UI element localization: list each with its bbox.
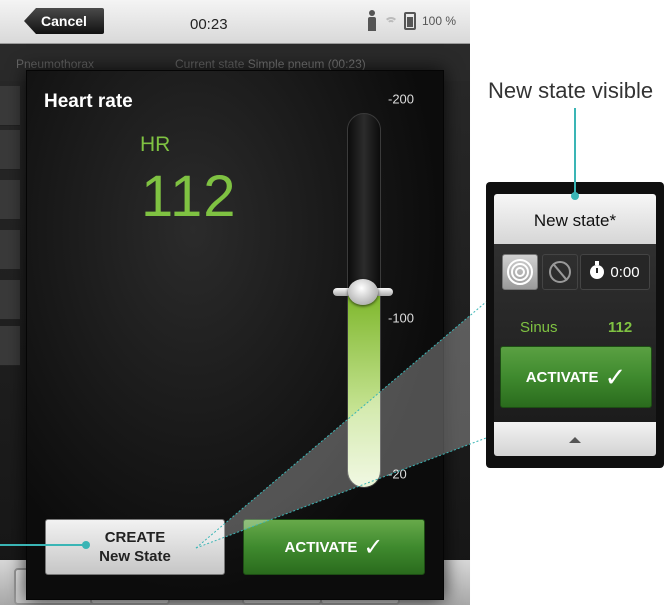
side-tab[interactable] bbox=[0, 130, 20, 170]
heart-rate-dialog: Heart rate HR 112 -200 -100 -20 CREATE N… bbox=[26, 70, 444, 600]
slider-tick-label: -20 bbox=[388, 466, 407, 482]
activate-label: ACTIVATE bbox=[284, 538, 358, 556]
battery-icon bbox=[403, 12, 416, 30]
status-icons: 100 % bbox=[366, 10, 456, 32]
create-label-line1: CREATE bbox=[104, 529, 166, 546]
breathing-rings-icon[interactable] bbox=[502, 254, 538, 290]
hr-label: HR bbox=[140, 133, 171, 156]
card-title: New state* bbox=[533, 211, 617, 230]
caret-up-icon bbox=[569, 437, 581, 443]
card-rhythm: Sinus bbox=[520, 319, 558, 336]
device-screen: Cancel 00:23 100 % Pneumothorax Current … bbox=[0, 0, 470, 605]
timer-value: 0:00 bbox=[610, 263, 640, 281]
hr-slider-thumb[interactable] bbox=[333, 278, 393, 305]
side-tab[interactable] bbox=[0, 280, 20, 320]
checkmark-icon: ✓ bbox=[604, 361, 627, 392]
stopwatch-icon bbox=[590, 261, 605, 279]
create-new-state-button[interactable]: CREATE New State bbox=[45, 519, 225, 575]
card-body: 0:00 Sinus 112 ACTIVATE ✓ bbox=[494, 244, 656, 422]
clock: 00:23 bbox=[190, 16, 228, 33]
dialog-title: Heart rate bbox=[44, 91, 133, 112]
card-activate-button[interactable]: ACTIVATE ✓ bbox=[500, 346, 652, 408]
side-tab[interactable] bbox=[0, 180, 20, 220]
current-state: Current state Simple pneum (00:23) bbox=[175, 57, 366, 71]
slider-tick-label: -200 bbox=[388, 91, 415, 107]
hr-slider-fill bbox=[348, 291, 380, 487]
create-label-line2: New State bbox=[99, 548, 171, 565]
battery-level: 100 % bbox=[421, 14, 456, 28]
cancel-button[interactable]: Cancel bbox=[24, 8, 104, 34]
slider-tick-label: -100 bbox=[388, 310, 415, 326]
timer-button[interactable]: 0:00 bbox=[580, 254, 650, 290]
new-state-card: New state* 0:00 Sinus 112 ACTIVATE ✓ bbox=[486, 182, 664, 468]
scenario-name: Pneumothorax bbox=[16, 57, 95, 71]
side-tab[interactable] bbox=[0, 86, 20, 126]
callout-label: New state visible bbox=[488, 78, 654, 103]
side-tab[interactable] bbox=[0, 326, 20, 366]
card-activate-label: ACTIVATE bbox=[525, 368, 599, 386]
card-header[interactable]: New state* bbox=[494, 194, 656, 253]
activate-button[interactable]: ACTIVATE ✓ bbox=[243, 519, 425, 575]
side-tab[interactable] bbox=[0, 230, 20, 270]
current-state-value: Simple pneum (00:23) bbox=[247, 57, 366, 71]
status-bar: Cancel 00:23 100 % bbox=[0, 0, 470, 44]
wifi-icon bbox=[383, 15, 398, 27]
hr-value: 112 bbox=[141, 164, 237, 229]
person-icon bbox=[366, 10, 378, 32]
no-shock-icon[interactable] bbox=[542, 254, 578, 290]
card-hr: 112 bbox=[608, 319, 633, 336]
card-footer[interactable] bbox=[494, 422, 656, 456]
checkmark-icon: ✓ bbox=[363, 533, 384, 561]
current-state-prefix: Current state bbox=[175, 57, 245, 71]
